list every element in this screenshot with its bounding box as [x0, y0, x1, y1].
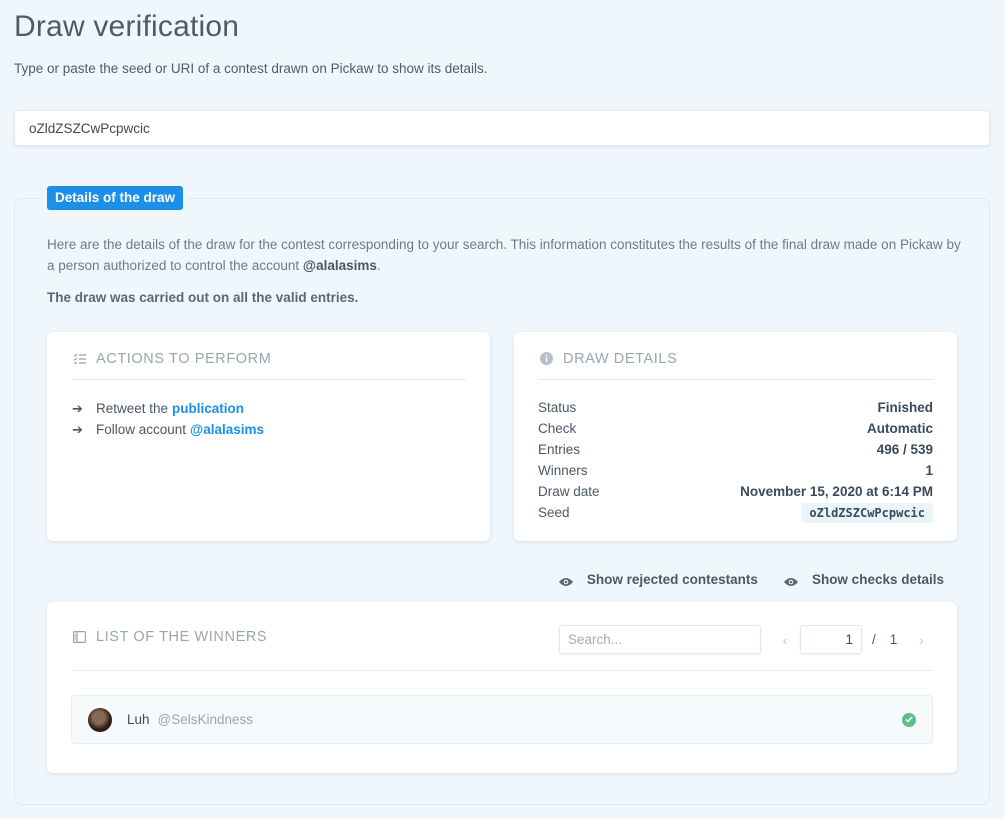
winners-card: List of the winners ‹ / 1 › Luh @SelsKin… — [47, 602, 957, 773]
detail-key: Seed — [538, 505, 570, 520]
draw-details-title: Draw details — [563, 350, 678, 367]
show-checks-label: Show checks details — [811, 572, 944, 587]
actions-card-header: Actions to perform — [72, 332, 466, 380]
detail-row-draw-date: Draw date November 15, 2020 at 6:14 PM — [538, 481, 933, 502]
detail-key: Status — [538, 400, 577, 415]
chevron-right-icon[interactable]: › — [911, 632, 931, 648]
detail-value: November 15, 2020 at 6:14 PM — [740, 484, 933, 499]
detail-value: 496 / 539 — [876, 442, 933, 457]
detail-row-winners: Winners 1 — [538, 460, 933, 481]
detail-key: Winners — [538, 463, 588, 478]
page-total: 1 — [889, 632, 898, 647]
detail-key: Check — [538, 421, 577, 436]
checklist-icon — [72, 352, 86, 366]
detail-rows: Status Finished Check Automatic Entries … — [538, 397, 933, 523]
action-list: ➔ Retweet the publication ➔ Follow accou… — [72, 398, 264, 440]
eye-icon — [558, 575, 573, 586]
detail-row-seed: Seed oZldZSZCwPcpwcic — [538, 502, 933, 523]
winners-search-input[interactable] — [559, 625, 761, 654]
winner-name: Luh — [127, 712, 150, 727]
detail-value: Finished — [877, 400, 933, 415]
avatar — [88, 707, 112, 732]
arrow-right-icon: ➔ — [72, 400, 83, 416]
detail-value: 1 — [925, 463, 933, 478]
winner-row[interactable]: Luh @SelsKindness — [71, 695, 933, 744]
intro-text: Here are the details of the draw for the… — [47, 234, 962, 276]
show-rejected-label: Show rejected contestants — [586, 572, 758, 587]
check-circle-icon — [902, 712, 916, 727]
details-legend: Details of the draw — [47, 186, 184, 210]
publication-link[interactable]: publication — [172, 401, 244, 416]
intro-body: Here are the details of the draw for the… — [47, 237, 961, 273]
info-icon — [539, 352, 553, 366]
detail-value: Automatic — [866, 421, 933, 436]
chevron-left-icon[interactable]: ‹ — [775, 632, 795, 648]
arrow-right-icon: ➔ — [72, 421, 83, 437]
draw-details-card: Draw details Status Finished Check Autom… — [514, 332, 957, 541]
valid-entries-note: The draw was carried out on all the vali… — [47, 290, 359, 305]
page-number-input[interactable] — [800, 625, 862, 654]
page-title: Draw verification — [14, 10, 240, 43]
action-text: Follow account — [96, 422, 187, 437]
show-rejected-button[interactable]: Show rejected contestants — [558, 572, 758, 587]
eye-icon — [783, 575, 798, 586]
winner-handle[interactable]: @SelsKindness — [158, 712, 254, 727]
page-separator: / — [872, 632, 876, 647]
action-text: Retweet the — [96, 401, 169, 416]
seed-code: oZldZSZCwPcpwcic — [801, 502, 933, 523]
actions-card-title: Actions to perform — [96, 350, 272, 367]
toggle-bar: Show rejected contestants Show checks de… — [533, 572, 944, 587]
draw-details-header: Draw details — [539, 332, 933, 380]
intro-end: . — [376, 258, 381, 273]
detail-key: Draw date — [538, 484, 600, 499]
seed-input[interactable] — [14, 110, 990, 146]
actions-card: Actions to perform ➔ Retweet the publica… — [47, 332, 490, 541]
detail-row-entries: Entries 496 / 539 — [538, 439, 933, 460]
winners-card-title: List of the winners — [96, 629, 268, 645]
intro-account: @alalasims — [302, 258, 377, 273]
pagination: ‹ / 1 › — [775, 625, 931, 654]
detail-row-check: Check Automatic — [538, 418, 933, 439]
show-checks-button[interactable]: Show checks details — [783, 572, 944, 587]
detail-row-status: Status Finished — [538, 397, 933, 418]
page-subtitle: Type or paste the seed or URI of a conte… — [14, 61, 488, 76]
action-item: ➔ Follow account @alalasims — [72, 419, 264, 440]
action-item: ➔ Retweet the publication — [72, 398, 264, 419]
detail-key: Entries — [538, 442, 581, 457]
account-link[interactable]: @alalasims — [190, 422, 264, 437]
list-icon — [72, 630, 86, 644]
